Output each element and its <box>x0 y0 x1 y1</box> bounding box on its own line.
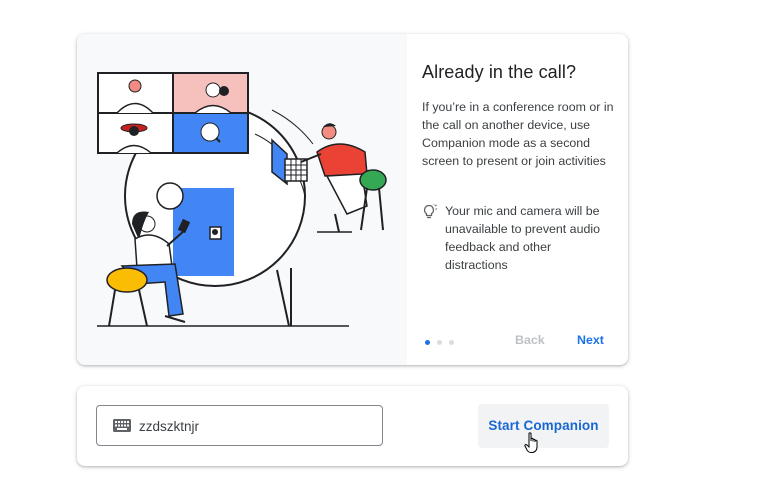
next-button[interactable]: Next <box>577 333 604 347</box>
hand-pointer-icon <box>524 432 538 453</box>
pager-dot[interactable] <box>449 340 454 345</box>
back-button[interactable]: Back <box>515 333 545 347</box>
lightbulb-icon <box>423 204 437 219</box>
illustration-panel <box>77 34 407 365</box>
info-description: If you’re in a conference room or in the… <box>422 100 614 168</box>
info-card: Already in the call? If you’re in a conf… <box>77 34 628 365</box>
code-input[interactable] <box>139 416 369 436</box>
pager-dot[interactable] <box>425 340 430 345</box>
keyboard-icon <box>113 419 131 432</box>
tip-text: Your mic and camera will be unavailable … <box>445 204 600 272</box>
text-panel: Already in the call? If you’re in a conf… <box>407 34 628 365</box>
pager-dot[interactable] <box>437 340 442 345</box>
meeting-illustration <box>97 72 387 327</box>
join-card: Start Companion <box>77 386 628 466</box>
start-companion-button[interactable]: Start Companion <box>478 404 609 448</box>
code-input-field[interactable] <box>96 405 383 446</box>
info-title: Already in the call? <box>422 62 577 82</box>
